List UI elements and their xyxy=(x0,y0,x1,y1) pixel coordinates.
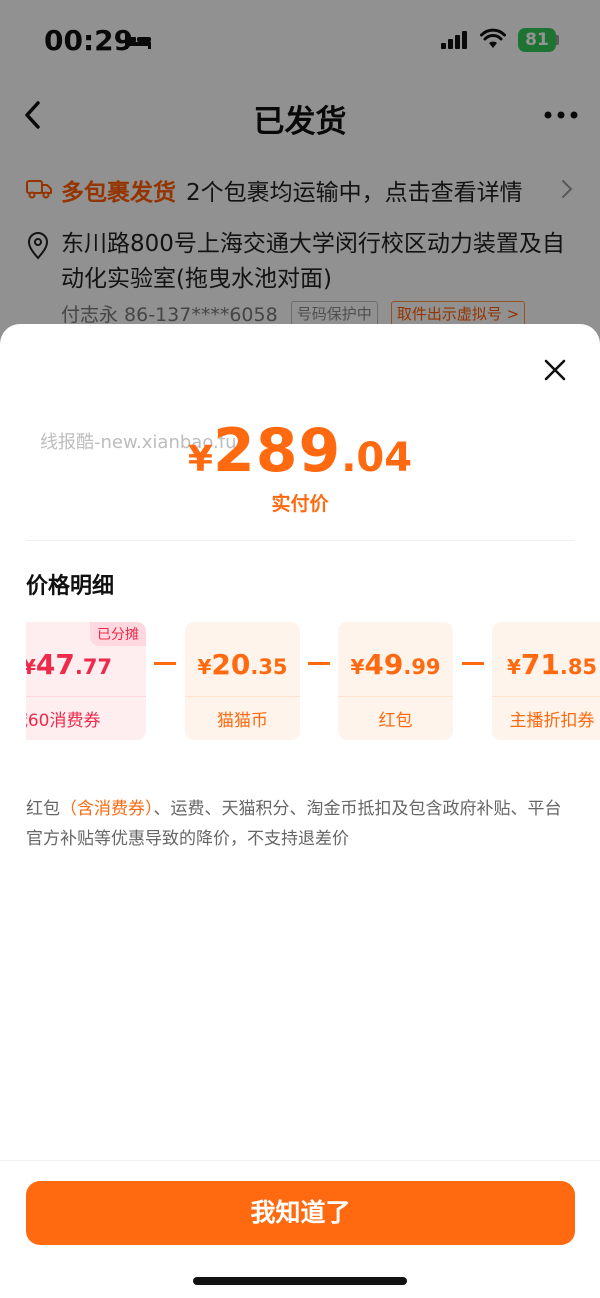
discount-integer: 47 xyxy=(35,648,75,681)
minus-sign xyxy=(308,662,330,665)
discount-label: 猫猫币 xyxy=(217,711,268,731)
minus-sign xyxy=(462,662,484,665)
discount-decimal: .85 xyxy=(559,655,598,679)
discount-currency: ¥ xyxy=(350,655,365,679)
discount-decimal: .35 xyxy=(250,655,288,679)
discount-integer: 49 xyxy=(364,648,404,681)
minus-sign xyxy=(154,662,176,665)
discount-label: 红包 xyxy=(378,711,413,731)
close-icon[interactable] xyxy=(543,358,567,382)
discount-currency: ¥ xyxy=(197,655,212,679)
actual-price-label: 实付价 xyxy=(271,493,329,515)
discount-integer: 20 xyxy=(211,648,251,681)
card-separator xyxy=(185,696,300,697)
card-separator xyxy=(492,696,600,697)
price-detail-sheet: 线报酷-new.xianbao.fun ¥289.04 实付价 价格明细 已分摊… xyxy=(0,324,600,1298)
card-separator xyxy=(26,696,146,697)
discount-amount: ¥49.99 xyxy=(338,648,453,681)
discount-card-red-packet: ¥49.99 红包 xyxy=(338,622,453,740)
discount-card-cat-coin: ¥20.35 猫猫币 xyxy=(185,622,300,740)
discount-amount: ¥47.77 xyxy=(26,648,140,681)
discount-currency: ¥ xyxy=(26,655,36,679)
note-part1: 红包 xyxy=(26,799,60,819)
discount-currency: ¥ xyxy=(506,655,521,679)
discount-label: 主播折扣券 xyxy=(509,711,595,731)
discount-decimal: .77 xyxy=(74,655,113,679)
price-detail-title: 价格明细 xyxy=(26,574,115,599)
got-it-button[interactable]: 我知道了 xyxy=(26,1181,575,1245)
card-separator xyxy=(338,696,453,697)
actual-price: ¥289.04 xyxy=(0,416,600,486)
discount-cards: 已分摊 ¥47.77 0减60消费券 ¥20.35 猫猫币 ¥49.99 红包 … xyxy=(26,622,600,740)
discount-card-streamer: ¥71.85 主播折扣券 xyxy=(492,622,600,740)
discount-label: 0减60消费券 xyxy=(26,711,101,731)
price-integer: 289 xyxy=(212,416,342,486)
discount-amount: ¥71.85 xyxy=(492,648,600,681)
price-note: 红包（含消费券）、运费、天猫积分、淘金币抵扣及包含政府补贴、平台官方补贴等优惠导… xyxy=(26,794,574,854)
home-indicator xyxy=(193,1277,407,1285)
note-highlight: （含消费券） xyxy=(60,799,154,819)
discount-decimal: .99 xyxy=(403,655,441,679)
price-decimal: .04 xyxy=(341,435,413,481)
discount-card-coupon: 已分摊 ¥47.77 0减60消费券 xyxy=(26,622,146,740)
price-currency: ¥ xyxy=(187,439,213,480)
discount-amount: ¥20.35 xyxy=(185,648,300,681)
modal-overlay[interactable] xyxy=(0,0,600,360)
bottom-bar: 我知道了 xyxy=(0,1160,600,1298)
divider xyxy=(26,540,574,541)
shared-badge: 已分摊 xyxy=(90,622,146,646)
discount-integer: 71 xyxy=(520,648,560,681)
